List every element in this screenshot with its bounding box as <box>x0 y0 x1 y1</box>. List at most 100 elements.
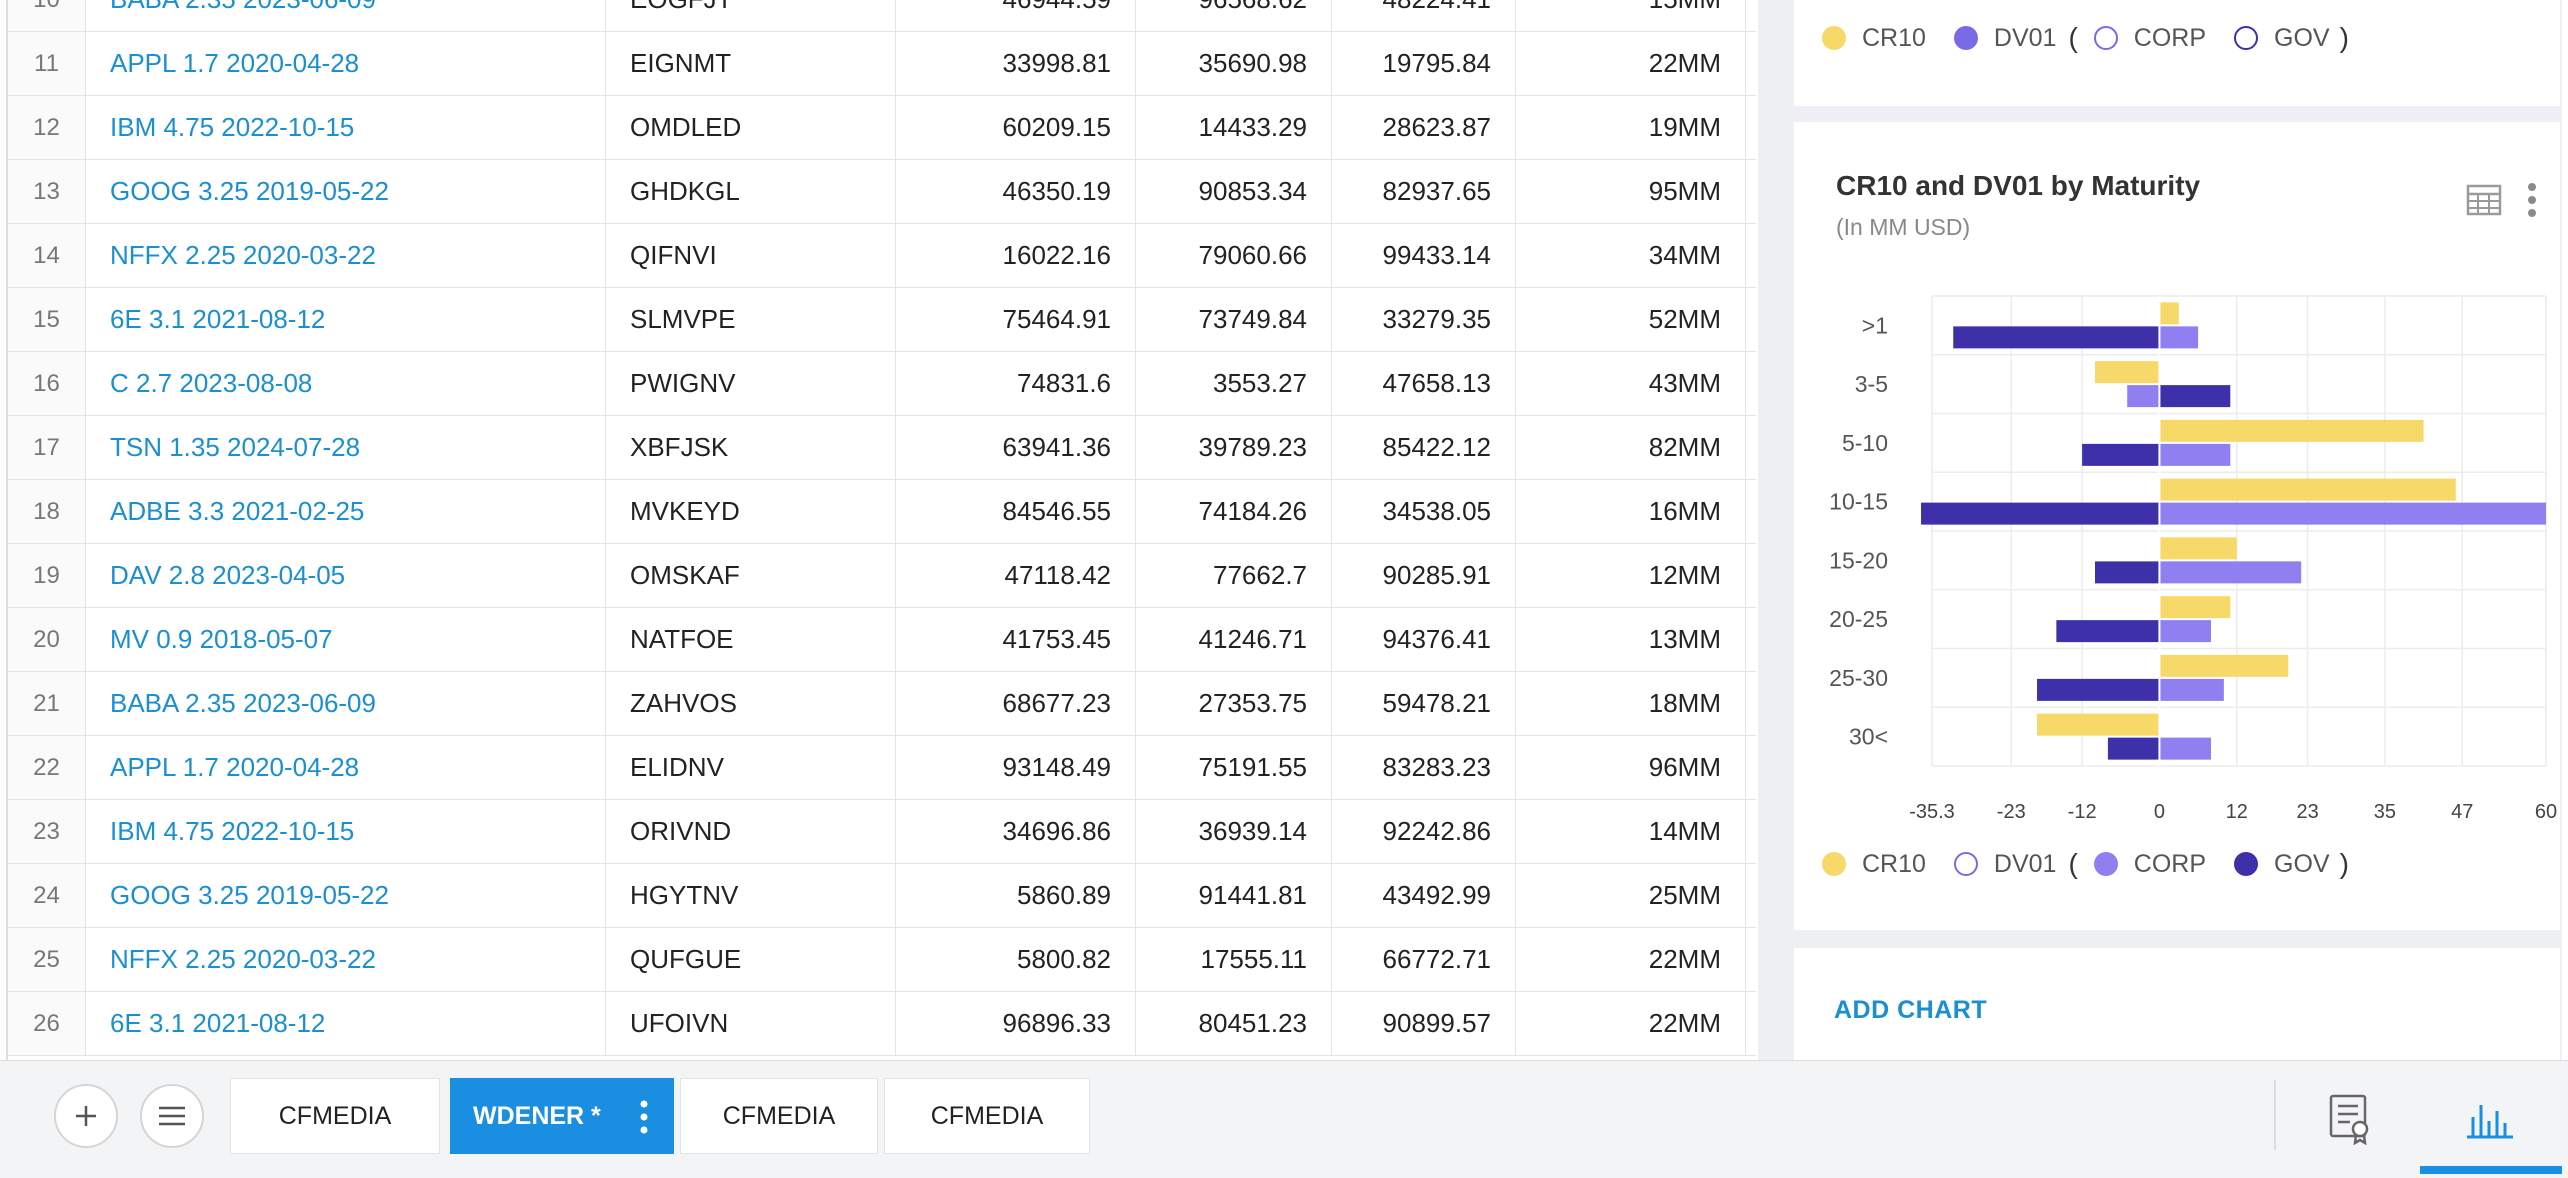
chart-menu-kebab-icon[interactable] <box>2512 180 2552 220</box>
row-index: 15 <box>8 288 86 351</box>
notional-cell: 22MM <box>1516 928 1746 991</box>
value-cell: 90853.34 <box>1136 160 1332 223</box>
table-row[interactable]: 16 C 2.7 2023-08-08 PWIGNV 74831.6 3553.27 47… <box>8 352 1756 416</box>
table-view-icon[interactable] <box>2464 180 2504 220</box>
bond-name-link[interactable]: MV 0.9 2018-05-07 <box>86 608 606 671</box>
table-row[interactable]: 19 DAV 2.8 2023-04-05 OMSKAF 47118.42 77662.… <box>8 544 1756 608</box>
bond-name-link[interactable]: DAV 2.8 2023-04-05 <box>86 544 606 607</box>
notional-cell: 95MM <box>1516 160 1746 223</box>
bond-name-link[interactable]: C 2.7 2023-08-08 <box>86 352 606 415</box>
legend-item-dv01[interactable]: DV01 <box>1953 850 2056 879</box>
tab-wdener[interactable]: WDENER * <box>450 1078 674 1154</box>
legend-item-dv01[interactable]: DV01 <box>1953 24 2056 53</box>
bond-name-link[interactable]: GOOG 3.25 2019-05-22 <box>86 160 606 223</box>
x-tick-label: 12 <box>2226 801 2248 823</box>
hamburger-menu-icon <box>159 1106 185 1126</box>
legend-item-gov[interactable]: GOV <box>2234 24 2330 53</box>
app-window: 10BABA 2.35 2023-06-09EOGFJT46944.599656… <box>0 0 2568 1178</box>
legend-label: CR10 <box>1862 849 1926 878</box>
grid-cell-spacer <box>1746 928 1756 991</box>
maturity-bar-chart: >1 3-5 5-10 10-15 15-20 20-25 25-30 30< -35.3 -23… <box>1829 295 2557 823</box>
bond-name-link[interactable]: ADBE 3.3 2021-02-25 <box>86 480 606 543</box>
legend-swatch <box>1822 852 1846 876</box>
bar-gov <box>1921 502 2160 525</box>
report-button[interactable] <box>2320 1060 2380 1178</box>
bond-name-link[interactable]: GOOG 3.25 2019-05-22 <box>86 864 606 927</box>
chart-panel-button[interactable] <box>2460 1060 2520 1178</box>
table-row[interactable]: 25 NFFX 2.25 2020-03-22 QUFGUE 5800.82 17555… <box>8 928 1756 992</box>
bond-name-link[interactable]: IBM 4.75 2022-10-15 <box>86 96 606 159</box>
legend-swatch <box>1953 852 1978 876</box>
chart-title: CR10 and DV01 by Maturity <box>1836 170 2201 201</box>
table-row[interactable]: 20 MV 0.9 2018-05-07 NATFOE 41753.45 41246.7… <box>8 608 1756 672</box>
tab-kebab-menu-icon[interactable] <box>639 1100 649 1134</box>
bond-name-link[interactable]: NFFX 2.25 2020-03-22 <box>86 224 606 287</box>
bar-gov <box>2037 678 2160 701</box>
legend-swatch <box>2234 26 2259 50</box>
bond-name-link[interactable]: BABA 2.35 2023-06-09 <box>86 672 606 735</box>
bar-cr10 <box>2037 713 2160 736</box>
bond-name-link[interactable]: TSN 1.35 2024-07-28 <box>86 416 606 479</box>
chart-legend: CR10 DV01 (CORP GOV) <box>1822 848 2349 880</box>
grid-cell-spacer <box>1746 288 1756 351</box>
notional-cell: 14MM <box>1516 800 1746 863</box>
table-row[interactable]: 23 IBM 4.75 2022-10-15 ORIVND 34696.86 36939… <box>8 800 1756 864</box>
legend-close-paren: ) <box>2339 22 2349 53</box>
legend-item-cr10[interactable]: CR10 <box>1822 24 1926 53</box>
legend-item-corp[interactable]: CORP <box>2093 24 2206 53</box>
bond-name-link[interactable]: APPL 1.7 2020-04-28 <box>86 736 606 799</box>
bar-cr10 <box>2095 361 2160 384</box>
grid-cell-spacer <box>1746 736 1756 799</box>
x-tick-label: 47 <box>2451 801 2473 823</box>
value-cell: 19795.84 <box>1332 32 1516 95</box>
table-row[interactable]: 18 ADBE 3.3 2021-02-25 MVKEYD 84546.55 74184… <box>8 480 1756 544</box>
table-row[interactable]: 17 TSN 1.35 2024-07-28 XBFJSK 63941.36 39789… <box>8 416 1756 480</box>
bond-code: OMDLED <box>606 96 896 159</box>
bar-gov <box>1953 326 2160 349</box>
bar-cr10 <box>2159 596 2231 619</box>
tab-cfmedia-3[interactable]: CFMEDIA <box>884 1078 1090 1154</box>
row-index: 22 <box>8 736 86 799</box>
notional-cell: 18MM <box>1516 672 1746 735</box>
table-row[interactable]: 24 GOOG 3.25 2019-05-22 HGYTNV 5860.89 91441… <box>8 864 1756 928</box>
row-index: 25 <box>8 928 86 991</box>
value-cell: 59478.21 <box>1332 672 1516 735</box>
legend-item-cr10[interactable]: CR10 <box>1822 850 1926 879</box>
row-index: 10 <box>8 0 86 31</box>
table-row[interactable]: 10BABA 2.35 2023-06-09EOGFJT46944.599656… <box>8 0 1756 32</box>
table-row[interactable]: 21 BABA 2.35 2023-06-09 ZAHVOS 68677.23 2735… <box>8 672 1756 736</box>
add-tab-button[interactable] <box>54 1084 118 1148</box>
grid-cell-spacer <box>1746 864 1756 927</box>
value-cell: 16022.16 <box>896 224 1136 287</box>
bond-name-link[interactable]: IBM 4.75 2022-10-15 <box>86 800 606 863</box>
value-cell: 92242.86 <box>1332 800 1516 863</box>
table-row[interactable]: 22 APPL 1.7 2020-04-28 ELIDNV 93148.49 75191… <box>8 736 1756 800</box>
table-row[interactable]: 14 NFFX 2.25 2020-03-22 QIFNVI 16022.16 7906… <box>8 224 1756 288</box>
table-row[interactable]: 13 GOOG 3.25 2019-05-22 GHDKGL 46350.19 9085… <box>8 160 1756 224</box>
y-tick-label: 3-5 <box>1855 371 1888 397</box>
bond-code: ORIVND <box>606 800 896 863</box>
table-row[interactable]: 12 IBM 4.75 2022-10-15 OMDLED 60209.15 14433… <box>8 96 1756 160</box>
x-tick-label: -23 <box>1997 801 2026 823</box>
bar-gov <box>2095 561 2160 584</box>
legend-item-gov[interactable]: GOV <box>2234 850 2330 879</box>
bond-code: QIFNVI <box>606 224 896 287</box>
table-row[interactable]: 15 6E 3.1 2021-08-12 SLMVPE 75464.91 73749.8… <box>8 288 1756 352</box>
tab-cfmedia-2[interactable]: CFMEDIA <box>680 1078 878 1154</box>
tab-cfmedia-1[interactable]: CFMEDIA <box>230 1078 440 1154</box>
legend-item-corp[interactable]: CORP <box>2093 850 2206 879</box>
table-row[interactable]: 11 APPL 1.7 2020-04-28 EIGNMT 33998.81 35690… <box>8 32 1756 96</box>
table-row[interactable]: 26 6E 3.1 2021-08-12 UFOIVN 96896.33 80451.2… <box>8 992 1756 1056</box>
bond-name-link[interactable]: NFFX 2.25 2020-03-22 <box>86 928 606 991</box>
bond-name-link[interactable]: 6E 3.1 2021-08-12 <box>86 992 606 1055</box>
menu-button[interactable] <box>140 1084 204 1148</box>
legend-close-paren: ) <box>2339 848 2349 879</box>
bond-name-link[interactable]: 6E 3.1 2021-08-12 <box>86 288 606 351</box>
bond-name-link[interactable]: APPL 1.7 2020-04-28 <box>86 32 606 95</box>
y-tick-label: 25-30 <box>1829 665 1888 691</box>
row-index: 11 <box>8 32 86 95</box>
bar-corp <box>2159 561 2302 584</box>
add-chart-button[interactable]: ADD CHART <box>1834 996 1987 1025</box>
value-cell: 41246.71 <box>1136 608 1332 671</box>
bond-name-link[interactable]: BABA 2.35 2023-06-09 <box>86 0 606 31</box>
